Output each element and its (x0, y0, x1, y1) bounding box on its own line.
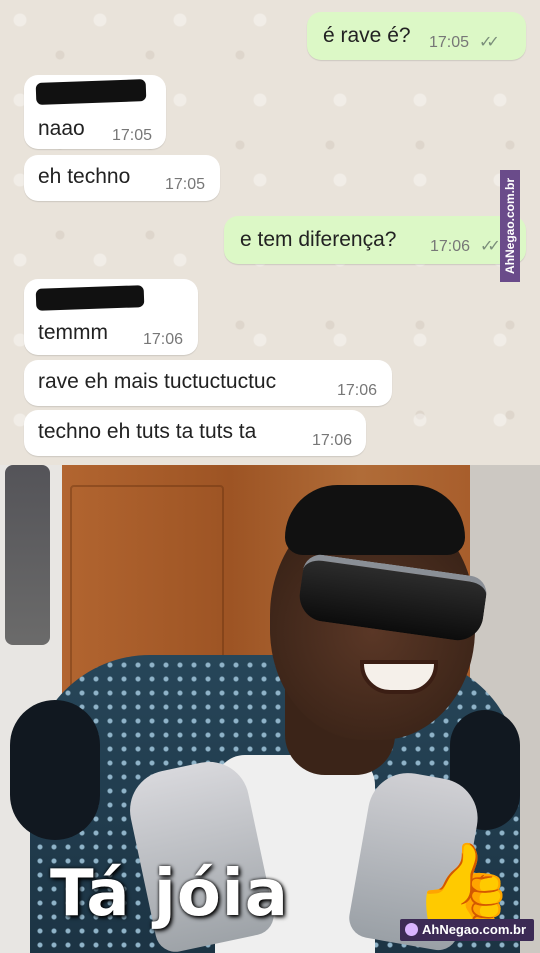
message-time: 17:06 (430, 238, 471, 255)
message-bubble-incoming[interactable]: rave eh mais tuctuctuctuc 17:06 (24, 360, 392, 406)
site-logo-icon (404, 923, 418, 936)
message-text: rave eh mais tuctuctuctuc (38, 370, 277, 393)
message-bubble-incoming[interactable]: techno eh tuts ta tuts ta 17:06 (24, 410, 366, 456)
message-text: techno eh tuts ta tuts ta (38, 420, 257, 443)
shoulder-pad-left (10, 700, 100, 840)
message-bubble-outgoing[interactable]: é rave é? 17:05 ✓✓ (307, 12, 526, 60)
message-text: temmm (38, 321, 108, 344)
site-watermark-corner: AhNegao.com.br (399, 919, 534, 941)
background-equipment (5, 465, 50, 645)
meme-caption: Tá jóia (50, 857, 289, 931)
meme-image: Tá jóia 👍 AhNegao.com.br (0, 465, 540, 953)
message-text: é rave é? (323, 24, 411, 47)
message-text: naao (38, 117, 85, 140)
message-time: 17:05 (165, 176, 206, 193)
watermark-text: AhNegao.com.br (503, 177, 517, 275)
message-bubble-incoming[interactable]: temmm 17:06 (24, 279, 198, 355)
watermark-text: AhNegao.com.br (421, 922, 526, 937)
message-time: 17:06 (337, 382, 378, 399)
message-bubble-incoming[interactable]: eh techno 17:05 (24, 155, 220, 201)
message-text: eh techno (38, 165, 131, 188)
message-time: 17:06 (312, 432, 353, 449)
message-time: 17:05 (429, 34, 470, 51)
message-text: e tem diferença? (240, 228, 397, 251)
message-bubble-incoming[interactable]: naao 17:05 (24, 75, 166, 149)
message-time: 17:06 (143, 331, 184, 348)
message-time: 17:05 (112, 127, 153, 144)
site-watermark-vertical: AhNegao.com.br (500, 170, 520, 282)
hair (285, 485, 465, 555)
read-receipt-icon: ✓✓ (480, 238, 501, 255)
redacted-sender-name (35, 79, 147, 105)
chat-area: é rave é? 17:05 ✓✓ naao 17:05 eh techno … (0, 0, 540, 465)
redacted-sender-name (35, 285, 145, 311)
message-bubble-outgoing[interactable]: e tem diferença? 17:06 ✓✓ (224, 216, 526, 264)
thumbs-up-icon: 👍 (412, 840, 515, 931)
read-receipt-icon: ✓✓ (479, 34, 500, 51)
